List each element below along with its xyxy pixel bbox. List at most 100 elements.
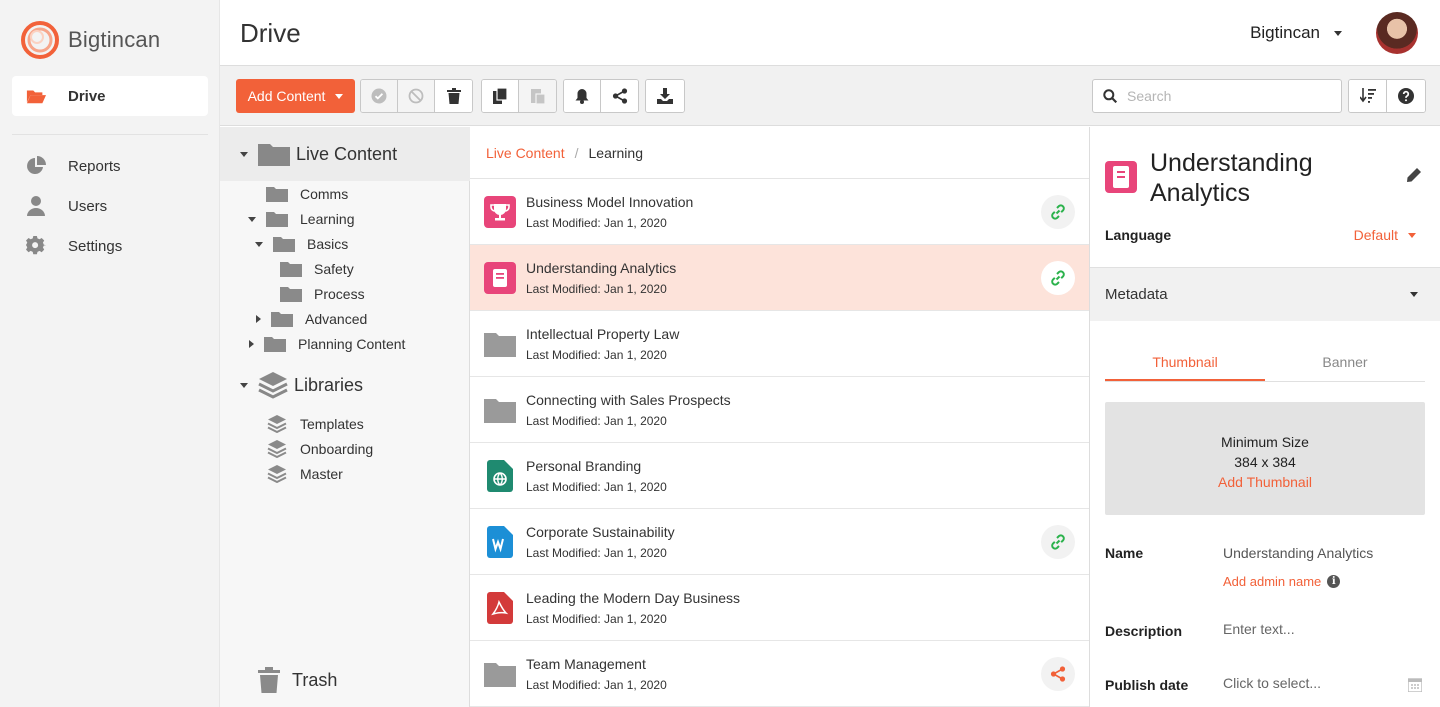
caret-right-icon[interactable] bbox=[256, 315, 261, 323]
share-button[interactable] bbox=[601, 80, 638, 112]
paste-button[interactable] bbox=[519, 80, 556, 112]
tree-item-comms[interactable]: Comms bbox=[266, 183, 348, 205]
share-button[interactable] bbox=[1041, 657, 1075, 691]
caret-down-icon[interactable] bbox=[240, 382, 248, 388]
search-icon bbox=[1103, 89, 1117, 103]
item-modified: Last Modified: Jan 1, 2020 bbox=[526, 413, 667, 428]
tree-root-live-content[interactable]: Live Content bbox=[220, 127, 470, 181]
nav-item-settings[interactable]: Settings bbox=[12, 226, 208, 266]
layers-icon bbox=[267, 465, 287, 483]
tree-item-basics[interactable]: Basics bbox=[255, 233, 348, 255]
folder-tree: Live Content Comms Learning Basics Safet… bbox=[220, 127, 470, 707]
caret-down-icon[interactable] bbox=[248, 216, 256, 222]
help-button[interactable] bbox=[1387, 80, 1425, 112]
folder-icon bbox=[484, 658, 516, 690]
detail-panel: Understanding Analytics Language Default… bbox=[1090, 127, 1440, 707]
account-switcher[interactable]: Bigtincan bbox=[1250, 23, 1342, 43]
status-button-group bbox=[360, 79, 473, 113]
calendar-icon[interactable] bbox=[1407, 678, 1423, 697]
link-button[interactable] bbox=[1041, 261, 1075, 295]
brand-logo[interactable]: Bigtincan bbox=[20, 20, 160, 60]
item-modified: Last Modified: Jan 1, 2020 bbox=[526, 281, 667, 296]
edit-button[interactable] bbox=[1406, 167, 1422, 188]
metadata-label: Metadata bbox=[1105, 286, 1168, 303]
search-input[interactable] bbox=[1127, 88, 1327, 104]
language-select[interactable]: Default bbox=[1354, 227, 1416, 243]
folder-icon bbox=[266, 187, 288, 202]
ban-icon bbox=[408, 88, 424, 104]
paste-icon bbox=[530, 89, 545, 104]
list-item-understanding-analytics[interactable]: Understanding Analytics Last Modified: J… bbox=[470, 245, 1089, 311]
description-input[interactable] bbox=[1223, 621, 1403, 637]
list-item-team-management[interactable]: Team Management Last Modified: Jan 1, 20… bbox=[470, 641, 1089, 707]
list-item-corporate-sustainability[interactable]: Corporate Sustainability Last Modified: … bbox=[470, 509, 1089, 575]
breadcrumb-live-content[interactable]: Live Content bbox=[486, 145, 565, 161]
list-item-business-model-innovation[interactable]: Business Model Innovation Last Modified:… bbox=[470, 179, 1089, 245]
tree-item-master[interactable]: Master bbox=[267, 463, 343, 485]
add-thumbnail-link[interactable]: Add Thumbnail bbox=[1105, 472, 1425, 492]
metadata-section-header[interactable]: Metadata bbox=[1090, 267, 1440, 321]
nav-item-drive[interactable]: Drive bbox=[12, 76, 208, 116]
info-icon: i bbox=[1327, 575, 1341, 588]
name-value[interactable]: Understanding Analytics bbox=[1223, 545, 1373, 561]
tree-item-advanced[interactable]: Advanced bbox=[256, 308, 367, 330]
pencil-icon bbox=[1407, 168, 1421, 182]
sort-button[interactable] bbox=[1349, 80, 1387, 112]
item-title: Understanding Analytics bbox=[526, 259, 677, 276]
publish-date-input[interactable] bbox=[1223, 675, 1403, 691]
list-item-leading-the-modern-day-business[interactable]: Leading the Modern Day Business Last Mod… bbox=[470, 575, 1089, 641]
nav-item-reports[interactable]: Reports bbox=[12, 146, 208, 186]
tab-banner[interactable]: Banner bbox=[1265, 349, 1425, 381]
block-button[interactable] bbox=[398, 80, 435, 112]
notify-button[interactable] bbox=[564, 80, 601, 112]
tree-item-safety[interactable]: Safety bbox=[280, 258, 354, 280]
caret-down-icon[interactable] bbox=[240, 151, 248, 157]
account-name: Bigtincan bbox=[1250, 23, 1320, 42]
breadcrumb: Live Content / Learning bbox=[470, 127, 1089, 179]
layers-icon bbox=[267, 415, 287, 433]
tab-thumbnail[interactable]: Thumbnail bbox=[1105, 349, 1265, 381]
word-file-icon bbox=[484, 525, 516, 558]
delete-button[interactable] bbox=[435, 80, 472, 112]
pie-chart-icon bbox=[26, 156, 46, 176]
layers-icon bbox=[267, 440, 287, 458]
brand-name: Bigtincan bbox=[68, 27, 161, 52]
page-title: Drive bbox=[240, 18, 301, 48]
tree-item-learning[interactable]: Learning bbox=[248, 208, 355, 230]
nav-divider bbox=[12, 134, 208, 135]
folder-icon bbox=[271, 312, 293, 327]
item-modified: Last Modified: Jan 1, 2020 bbox=[526, 545, 667, 560]
avatar[interactable] bbox=[1376, 12, 1418, 54]
thumbnail-dropzone[interactable]: Minimum Size 384 x 384 Add Thumbnail bbox=[1105, 402, 1425, 515]
link-button[interactable] bbox=[1041, 525, 1075, 559]
pdf-file-icon bbox=[484, 591, 516, 624]
tree-item-process[interactable]: Process bbox=[280, 283, 365, 305]
top-header: Drive Bigtincan bbox=[220, 0, 1440, 66]
caret-down-icon[interactable] bbox=[255, 241, 263, 247]
add-content-button[interactable]: Add Content bbox=[236, 79, 355, 113]
tree-root-label: Live Content bbox=[296, 143, 398, 164]
approve-button[interactable] bbox=[361, 80, 398, 112]
nav-item-users[interactable]: Users bbox=[12, 186, 208, 226]
tree-item-trash[interactable]: Trash bbox=[258, 667, 337, 693]
list-item-personal-branding[interactable]: Personal Branding Last Modified: Jan 1, … bbox=[470, 443, 1089, 509]
link-button[interactable] bbox=[1041, 195, 1075, 229]
breadcrumb-separator: / bbox=[574, 144, 579, 161]
caret-right-icon[interactable] bbox=[249, 340, 254, 348]
publish-date-label: Publish date bbox=[1105, 677, 1189, 693]
add-admin-name-link[interactable]: Add admin name i bbox=[1223, 574, 1341, 589]
download-button[interactable] bbox=[646, 80, 684, 112]
tree-root-libraries[interactable]: Libraries bbox=[220, 358, 470, 412]
copy-button[interactable] bbox=[482, 80, 519, 112]
thumbnail-min-size-label: Minimum Size bbox=[1221, 434, 1309, 450]
list-item-intellectual-property-law[interactable]: Intellectual Property Law Last Modified:… bbox=[470, 311, 1089, 377]
share-icon bbox=[612, 88, 627, 104]
list-item-connecting-with-sales-prospects[interactable]: Connecting with Sales Prospects Last Mod… bbox=[470, 377, 1089, 443]
tree-item-templates[interactable]: Templates bbox=[267, 413, 364, 435]
tree-item-onboarding[interactable]: Onboarding bbox=[267, 438, 373, 460]
tree-item-planning-content[interactable]: Planning Content bbox=[249, 333, 405, 355]
item-title: Connecting with Sales Prospects bbox=[526, 391, 731, 408]
search-field[interactable] bbox=[1092, 79, 1342, 113]
link-icon bbox=[1051, 270, 1065, 286]
item-title: Personal Branding bbox=[526, 457, 642, 474]
